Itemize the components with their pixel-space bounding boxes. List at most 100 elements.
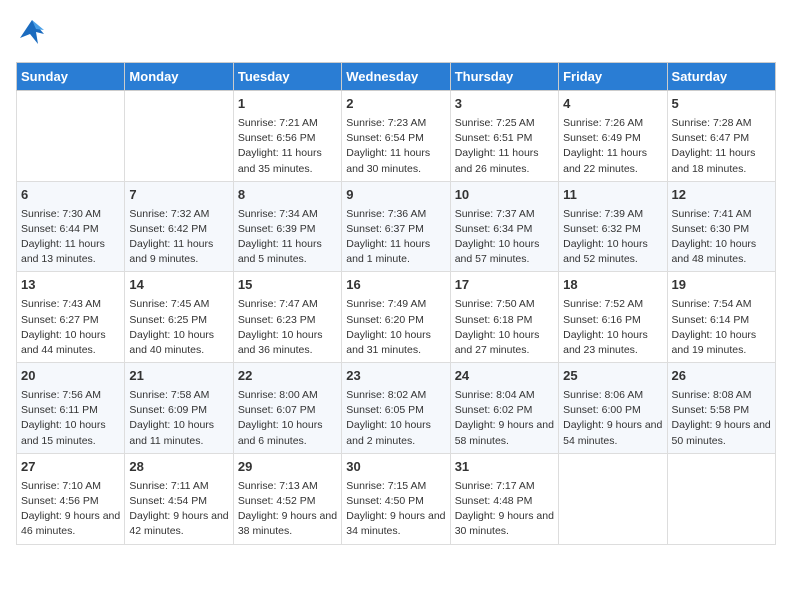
day-info: Sunrise: 7:26 AM Sunset: 6:49 PM Dayligh… — [563, 116, 662, 177]
page-header — [16, 16, 776, 54]
day-info: Sunrise: 7:17 AM Sunset: 4:48 PM Dayligh… — [455, 479, 554, 540]
day-info: Sunrise: 7:49 AM Sunset: 6:20 PM Dayligh… — [346, 297, 445, 358]
day-info: Sunrise: 7:32 AM Sunset: 6:42 PM Dayligh… — [129, 207, 228, 268]
calendar-cell: 17 Sunrise: 7:50 AM Sunset: 6:18 PM Dayli… — [450, 272, 558, 363]
day-number: 31 — [455, 458, 554, 477]
day-number: 6 — [21, 186, 120, 205]
day-number: 29 — [238, 458, 337, 477]
calendar-cell: 8 Sunrise: 7:34 AM Sunset: 6:39 PM Daylig… — [233, 181, 341, 272]
calendar-body: 1Sunrise: 7:21 AM Sunset: 6:56 PM Daylig… — [17, 91, 776, 545]
day-info: Sunrise: 7:50 AM Sunset: 6:18 PM Dayligh… — [455, 297, 554, 358]
day-number: 13 — [21, 276, 120, 295]
day-info: Sunrise: 7:21 AM Sunset: 6:56 PM Dayligh… — [238, 116, 337, 177]
day-number: 12 — [672, 186, 771, 205]
day-number: 3 — [455, 95, 554, 114]
day-info: Sunrise: 7:34 AM Sunset: 6:39 PM Dayligh… — [238, 207, 337, 268]
day-info: Sunrise: 7:58 AM Sunset: 6:09 PM Dayligh… — [129, 388, 228, 449]
day-info: Sunrise: 7:54 AM Sunset: 6:14 PM Dayligh… — [672, 297, 771, 358]
day-number: 8 — [238, 186, 337, 205]
calendar-cell — [17, 91, 125, 182]
logo-bird-icon — [16, 16, 48, 54]
calendar-cell — [559, 453, 667, 544]
calendar-cell: 24 Sunrise: 8:04 AM Sunset: 6:02 PM Dayli… — [450, 363, 558, 454]
calendar-cell — [125, 91, 233, 182]
day-number: 15 — [238, 276, 337, 295]
day-number: 30 — [346, 458, 445, 477]
day-info: Sunrise: 8:02 AM Sunset: 6:05 PM Dayligh… — [346, 388, 445, 449]
day-number: 7 — [129, 186, 228, 205]
weekday-header-monday: Monday — [125, 63, 233, 91]
calendar-cell: 25 Sunrise: 8:06 AM Sunset: 6:00 PM Dayli… — [559, 363, 667, 454]
weekday-header-saturday: Saturday — [667, 63, 775, 91]
day-number: 23 — [346, 367, 445, 386]
calendar-cell: 2 Sunrise: 7:23 AM Sunset: 6:54 PM Daylig… — [342, 91, 450, 182]
day-number: 24 — [455, 367, 554, 386]
calendar-cell: 12 Sunrise: 7:41 AM Sunset: 6:30 PM Dayli… — [667, 181, 775, 272]
calendar-cell: 1Sunrise: 7:21 AM Sunset: 6:56 PM Daylig… — [233, 91, 341, 182]
day-info: Sunrise: 8:06 AM Sunset: 6:00 PM Dayligh… — [563, 388, 662, 449]
calendar-cell: 23 Sunrise: 8:02 AM Sunset: 6:05 PM Dayli… — [342, 363, 450, 454]
day-number: 2 — [346, 95, 445, 114]
day-number: 25 — [563, 367, 662, 386]
calendar-week-row: 6 Sunrise: 7:30 AM Sunset: 6:44 PM Daylig… — [17, 181, 776, 272]
day-number: 17 — [455, 276, 554, 295]
calendar-cell: 20Sunrise: 7:56 AM Sunset: 6:11 PM Dayli… — [17, 363, 125, 454]
day-number: 11 — [563, 186, 662, 205]
calendar-cell: 6 Sunrise: 7:30 AM Sunset: 6:44 PM Daylig… — [17, 181, 125, 272]
weekday-row: SundayMondayTuesdayWednesdayThursdayFrid… — [17, 63, 776, 91]
calendar-cell: 30 Sunrise: 7:15 AM Sunset: 4:50 PM Dayli… — [342, 453, 450, 544]
calendar-cell: 13 Sunrise: 7:43 AM Sunset: 6:27 PM Dayli… — [17, 272, 125, 363]
day-info: Sunrise: 7:39 AM Sunset: 6:32 PM Dayligh… — [563, 207, 662, 268]
calendar-week-row: 20Sunrise: 7:56 AM Sunset: 6:11 PM Dayli… — [17, 363, 776, 454]
day-info: Sunrise: 7:52 AM Sunset: 6:16 PM Dayligh… — [563, 297, 662, 358]
day-info: Sunrise: 7:25 AM Sunset: 6:51 PM Dayligh… — [455, 116, 554, 177]
day-number: 10 — [455, 186, 554, 205]
day-info: Sunrise: 7:10 AM Sunset: 4:56 PM Dayligh… — [21, 479, 120, 540]
calendar-cell: 27 Sunrise: 7:10 AM Sunset: 4:56 PM Dayli… — [17, 453, 125, 544]
calendar-cell: 14Sunrise: 7:45 AM Sunset: 6:25 PM Dayli… — [125, 272, 233, 363]
day-info: Sunrise: 7:30 AM Sunset: 6:44 PM Dayligh… — [21, 207, 120, 268]
calendar-cell — [667, 453, 775, 544]
day-number: 5 — [672, 95, 771, 114]
calendar-week-row: 27 Sunrise: 7:10 AM Sunset: 4:56 PM Dayli… — [17, 453, 776, 544]
day-info: Sunrise: 7:37 AM Sunset: 6:34 PM Dayligh… — [455, 207, 554, 268]
day-info: Sunrise: 8:08 AM Sunset: 5:58 PM Dayligh… — [672, 388, 771, 449]
calendar-cell: 31 Sunrise: 7:17 AM Sunset: 4:48 PM Dayli… — [450, 453, 558, 544]
calendar-cell: 5Sunrise: 7:28 AM Sunset: 6:47 PM Daylig… — [667, 91, 775, 182]
day-number: 14 — [129, 276, 228, 295]
day-info: Sunrise: 7:43 AM Sunset: 6:27 PM Dayligh… — [21, 297, 120, 358]
calendar-cell: 22 Sunrise: 8:00 AM Sunset: 6:07 PM Dayli… — [233, 363, 341, 454]
day-info: Sunrise: 7:36 AM Sunset: 6:37 PM Dayligh… — [346, 207, 445, 268]
calendar-cell: 21 Sunrise: 7:58 AM Sunset: 6:09 PM Dayli… — [125, 363, 233, 454]
calendar-header: SundayMondayTuesdayWednesdayThursdayFrid… — [17, 63, 776, 91]
day-number: 9 — [346, 186, 445, 205]
calendar-cell: 15 Sunrise: 7:47 AM Sunset: 6:23 PM Dayli… — [233, 272, 341, 363]
day-number: 22 — [238, 367, 337, 386]
weekday-header-thursday: Thursday — [450, 63, 558, 91]
day-number: 20 — [21, 367, 120, 386]
calendar-cell: 3 Sunrise: 7:25 AM Sunset: 6:51 PM Daylig… — [450, 91, 558, 182]
weekday-header-friday: Friday — [559, 63, 667, 91]
day-info: Sunrise: 7:41 AM Sunset: 6:30 PM Dayligh… — [672, 207, 771, 268]
day-number: 16 — [346, 276, 445, 295]
day-info: Sunrise: 7:13 AM Sunset: 4:52 PM Dayligh… — [238, 479, 337, 540]
day-info: Sunrise: 7:23 AM Sunset: 6:54 PM Dayligh… — [346, 116, 445, 177]
calendar-cell: 11 Sunrise: 7:39 AM Sunset: 6:32 PM Dayli… — [559, 181, 667, 272]
day-number: 21 — [129, 367, 228, 386]
calendar-week-row: 13 Sunrise: 7:43 AM Sunset: 6:27 PM Dayli… — [17, 272, 776, 363]
day-info: Sunrise: 8:04 AM Sunset: 6:02 PM Dayligh… — [455, 388, 554, 449]
calendar-cell: 18 Sunrise: 7:52 AM Sunset: 6:16 PM Dayli… — [559, 272, 667, 363]
weekday-header-tuesday: Tuesday — [233, 63, 341, 91]
day-number: 28 — [129, 458, 228, 477]
day-number: 26 — [672, 367, 771, 386]
calendar-cell: 26 Sunrise: 8:08 AM Sunset: 5:58 PM Dayli… — [667, 363, 775, 454]
logo — [16, 16, 52, 54]
day-number: 18 — [563, 276, 662, 295]
day-info: Sunrise: 8:00 AM Sunset: 6:07 PM Dayligh… — [238, 388, 337, 449]
day-number: 4 — [563, 95, 662, 114]
day-number: 27 — [21, 458, 120, 477]
day-info: Sunrise: 7:47 AM Sunset: 6:23 PM Dayligh… — [238, 297, 337, 358]
day-info: Sunrise: 7:15 AM Sunset: 4:50 PM Dayligh… — [346, 479, 445, 540]
calendar-cell: 4 Sunrise: 7:26 AM Sunset: 6:49 PM Daylig… — [559, 91, 667, 182]
calendar-cell: 9 Sunrise: 7:36 AM Sunset: 6:37 PM Daylig… — [342, 181, 450, 272]
